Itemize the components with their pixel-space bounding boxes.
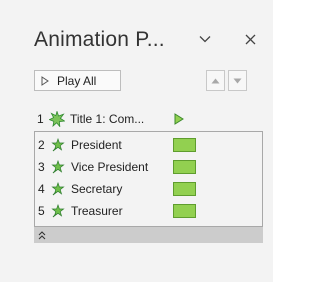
animation-effect-item[interactable]: 1 Title 1: Com... xyxy=(34,109,262,129)
effect-number: 3 xyxy=(38,160,45,174)
close-pane-button[interactable] xyxy=(241,30,259,48)
collapse-group-button[interactable] xyxy=(34,227,263,243)
pane-title: Animation P... xyxy=(34,28,165,51)
effect-number: 4 xyxy=(38,182,45,196)
effect-group: 2 President 3 Vice President 4 Secretary… xyxy=(34,131,263,227)
emphasis-star-icon xyxy=(50,159,66,175)
move-down-button[interactable] xyxy=(228,70,247,91)
play-trigger-icon xyxy=(172,112,186,126)
triangle-down-icon xyxy=(233,78,242,83)
move-up-button[interactable] xyxy=(206,70,225,91)
timing-bar[interactable] xyxy=(173,138,196,152)
timing-bar[interactable] xyxy=(173,182,196,196)
effect-name: Title 1: Com... xyxy=(70,112,145,126)
animation-pane: Animation P... Play All 1 Title 1: Com..… xyxy=(0,0,273,282)
effect-number: 5 xyxy=(38,204,45,218)
animation-effect-item[interactable]: 3 Vice President xyxy=(35,157,262,177)
emphasis-star-icon xyxy=(50,203,66,219)
animation-effect-item[interactable]: 2 President xyxy=(35,135,262,155)
effect-name: Secretary xyxy=(71,182,123,196)
play-all-label: Play All xyxy=(57,73,97,88)
effect-name: Vice President xyxy=(71,160,149,174)
play-icon xyxy=(41,75,49,86)
close-icon xyxy=(245,34,255,44)
animation-effect-item[interactable]: 4 Secretary xyxy=(35,179,262,199)
pane-options-button[interactable] xyxy=(196,30,214,48)
effect-name: Treasurer xyxy=(71,204,123,218)
triangle-up-icon xyxy=(211,78,220,83)
effect-number: 2 xyxy=(38,138,45,152)
entrance-burst-icon xyxy=(49,111,65,127)
chevron-down-icon xyxy=(199,36,211,43)
timing-bar[interactable] xyxy=(173,204,196,218)
effect-number: 1 xyxy=(37,112,44,126)
emphasis-star-icon xyxy=(50,181,66,197)
animation-effect-item[interactable]: 5 Treasurer xyxy=(35,201,262,221)
double-chevron-up-icon xyxy=(38,230,46,239)
play-all-button[interactable]: Play All xyxy=(34,70,121,91)
timing-bar[interactable] xyxy=(173,160,196,174)
effect-name: President xyxy=(71,138,122,152)
emphasis-star-icon xyxy=(50,137,66,153)
